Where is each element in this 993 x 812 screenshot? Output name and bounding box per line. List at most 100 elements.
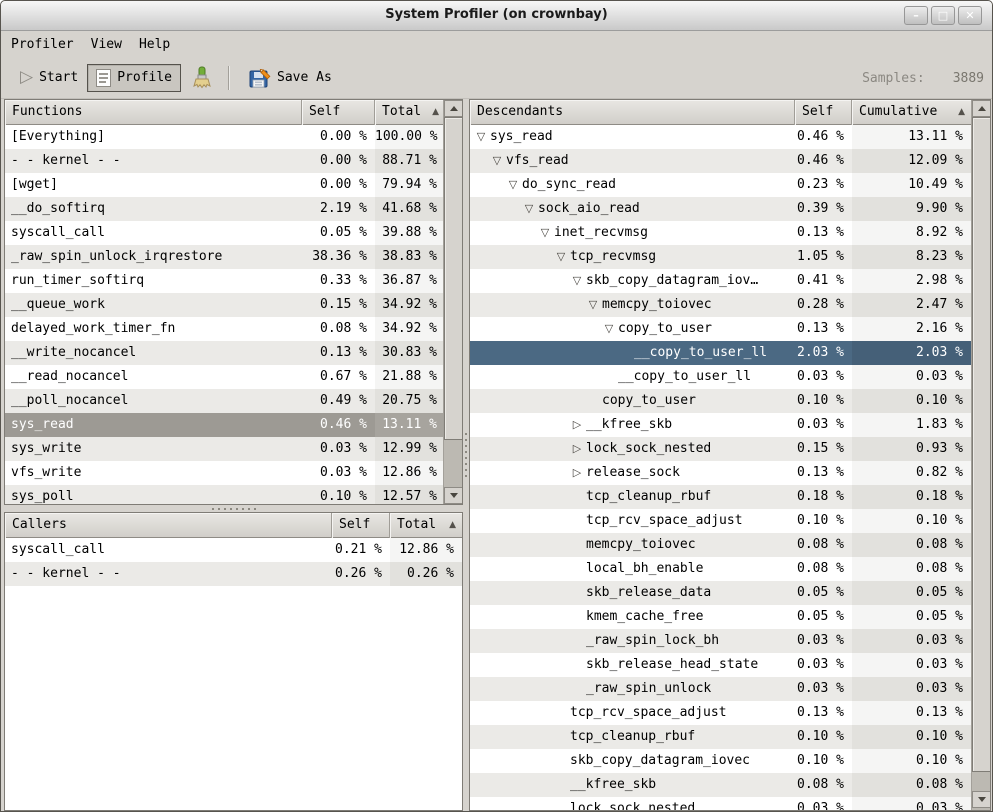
- descendants-tree-row[interactable]: tcp_rcv_space_adjust0.13 %0.13 %: [470, 701, 971, 725]
- descendants-tree-row[interactable]: _raw_spin_lock_bh0.03 %0.03 %: [470, 629, 971, 653]
- callers-table-row[interactable]: syscall_call0.21 %12.86 %: [5, 538, 462, 562]
- functions-table-row[interactable]: - - kernel - -0.00 %88.71 %: [5, 149, 445, 173]
- self-percent: 2.19 %: [302, 197, 375, 221]
- functions-header: Functions Self Total▲: [5, 100, 445, 125]
- descendants-tree-row[interactable]: tcp_rcv_space_adjust0.10 %0.10 %: [470, 509, 971, 533]
- horizontal-splitter[interactable]: [4, 505, 463, 512]
- functions-table-row[interactable]: sys_poll0.10 %12.57 %: [5, 485, 445, 504]
- descendants-tree-row[interactable]: ▷lock_sock_nested0.15 %0.93 %: [470, 437, 971, 461]
- descendants-tree-row[interactable]: skb_release_head_state0.03 %0.03 %: [470, 653, 971, 677]
- self-percent: 0.03 %: [795, 365, 852, 389]
- scroll-up-button[interactable]: [444, 100, 463, 117]
- functions-table-row[interactable]: sys_write0.03 %12.99 %: [5, 437, 445, 461]
- functions-scrollbar[interactable]: [443, 100, 462, 504]
- callers-total-column-header[interactable]: Total▲: [390, 513, 462, 538]
- scrollbar-thumb[interactable]: [972, 117, 991, 772]
- functions-table-row[interactable]: [Everything]0.00 %100.00 %: [5, 125, 445, 149]
- menu-item-profiler[interactable]: Profiler: [11, 35, 83, 54]
- descendants-tree-row[interactable]: skb_copy_datagram_iovec0.10 %0.10 %: [470, 749, 971, 773]
- descendants-tree-row[interactable]: ▽sys_read0.46 %13.11 %: [470, 125, 971, 149]
- descendants-tree-row[interactable]: __kfree_skb0.08 %0.08 %: [470, 773, 971, 797]
- descendants-tree-row[interactable]: _raw_spin_unlock0.03 %0.03 %: [470, 677, 971, 701]
- self-percent: 0.08 %: [795, 533, 852, 557]
- functions-table-row[interactable]: __poll_nocancel0.49 %20.75 %: [5, 389, 445, 413]
- functions-table-row[interactable]: __do_softirq2.19 %41.68 %: [5, 197, 445, 221]
- descendants-tree-row[interactable]: ▽copy_to_user0.13 %2.16 %: [470, 317, 971, 341]
- descendant-name: lock_sock_nested: [470, 797, 795, 810]
- descendants-scrollbar[interactable]: [971, 100, 990, 810]
- profile-toggle-button[interactable]: Profile: [87, 64, 181, 92]
- descendants-tree-row[interactable]: skb_release_data0.05 %0.05 %: [470, 581, 971, 605]
- minimize-button[interactable]: –: [904, 6, 928, 25]
- descendants-tree-row[interactable]: lock_sock_nested0.03 %0.03 %: [470, 797, 971, 810]
- descendants-self-column-header[interactable]: Self: [795, 100, 852, 125]
- samples-value: 3889: [953, 71, 984, 86]
- functions-table-row[interactable]: [wget]0.00 %79.94 %: [5, 173, 445, 197]
- descendants-tree-row[interactable]: ▽do_sync_read0.23 %10.49 %: [470, 173, 971, 197]
- descendants-tree-row[interactable]: __copy_to_user_ll2.03 %2.03 %: [470, 341, 971, 365]
- maximize-button[interactable]: □: [931, 6, 955, 25]
- maximize-icon: □: [938, 10, 948, 21]
- functions-total-column-header[interactable]: Total▲: [375, 100, 445, 125]
- functions-table-row[interactable]: __write_nocancel0.13 %30.83 %: [5, 341, 445, 365]
- functions-table-row[interactable]: sys_read0.46 %13.11 %: [5, 413, 445, 437]
- descendants-tree-row[interactable]: ▽inet_recvmsg0.13 %8.92 %: [470, 221, 971, 245]
- descendant-name: skb_release_head_state: [470, 653, 795, 677]
- reset-button[interactable]: [185, 63, 219, 93]
- menu-item-help[interactable]: Help: [139, 35, 179, 54]
- descendants-tree-row[interactable]: __copy_to_user_ll0.03 %0.03 %: [470, 365, 971, 389]
- descendants-tree-row[interactable]: ▷__kfree_skb0.03 %1.83 %: [470, 413, 971, 437]
- functions-self-column-header[interactable]: Self: [302, 100, 375, 125]
- descendants-column-header[interactable]: Descendants: [470, 100, 795, 125]
- scroll-down-button[interactable]: [972, 791, 991, 808]
- functions-table-row[interactable]: __queue_work0.15 %34.92 %: [5, 293, 445, 317]
- functions-table-row[interactable]: __read_nocancel0.67 %21.88 %: [5, 365, 445, 389]
- functions-table-row[interactable]: _raw_spin_unlock_irqrestore38.36 %38.83 …: [5, 245, 445, 269]
- descendants-column-label: Descendants: [477, 104, 563, 119]
- save-as-button[interactable]: Save As: [238, 61, 341, 95]
- descendants-tree-row[interactable]: ▽vfs_read0.46 %12.09 %: [470, 149, 971, 173]
- total-percent: 34.92 %: [375, 317, 445, 341]
- descendants-tree-row[interactable]: ▽sock_aio_read0.39 %9.90 %: [470, 197, 971, 221]
- scroll-down-button[interactable]: [444, 487, 463, 504]
- arrow-down-icon: [978, 797, 986, 802]
- callers-self-column-header[interactable]: Self: [332, 513, 390, 538]
- function-name: sys_poll: [5, 485, 302, 504]
- functions-table-row[interactable]: syscall_call0.05 %39.88 %: [5, 221, 445, 245]
- cumulative-percent: 0.03 %: [852, 797, 971, 810]
- scrollbar-thumb[interactable]: [444, 117, 463, 440]
- callers-column-header[interactable]: Callers: [5, 513, 332, 538]
- descendants-tree-row[interactable]: ▽tcp_recvmsg1.05 %8.23 %: [470, 245, 971, 269]
- self-percent: 0.39 %: [795, 197, 852, 221]
- total-percent: 79.94 %: [375, 173, 445, 197]
- descendants-tree-row[interactable]: tcp_cleanup_rbuf0.18 %0.18 %: [470, 485, 971, 509]
- descendant-name: _raw_spin_lock_bh: [470, 629, 795, 653]
- descendants-tree-row[interactable]: ▽skb_copy_datagram_iov…0.41 %2.98 %: [470, 269, 971, 293]
- functions-table-row[interactable]: delayed_work_timer_fn0.08 %34.92 %: [5, 317, 445, 341]
- descendants-tree-row[interactable]: kmem_cache_free0.05 %0.05 %: [470, 605, 971, 629]
- functions-table-row[interactable]: run_timer_softirq0.33 %36.87 %: [5, 269, 445, 293]
- functions-column-header[interactable]: Functions: [5, 100, 302, 125]
- descendants-tree-row[interactable]: ▷release_sock0.13 %0.82 %: [470, 461, 971, 485]
- cumulative-percent: 0.10 %: [852, 749, 971, 773]
- functions-table-row[interactable]: vfs_write0.03 %12.86 %: [5, 461, 445, 485]
- menu-item-view[interactable]: View: [91, 35, 131, 54]
- cumulative-percent: 9.90 %: [852, 197, 971, 221]
- descendants-tree-row[interactable]: memcpy_toiovec0.08 %0.08 %: [470, 533, 971, 557]
- arrow-up-icon: [978, 106, 986, 111]
- cumulative-percent: 0.13 %: [852, 701, 971, 725]
- descendants-cumulative-column-header[interactable]: Cumulative▲: [852, 100, 971, 125]
- descendants-tree-row[interactable]: local_bh_enable0.08 %0.08 %: [470, 557, 971, 581]
- callers-table-row[interactable]: - - kernel - -0.26 %0.26 %: [5, 562, 462, 586]
- scroll-up-button[interactable]: [972, 100, 991, 117]
- self-percent: 0.13 %: [795, 461, 852, 485]
- descendants-tree-row[interactable]: ▽memcpy_toiovec0.28 %2.47 %: [470, 293, 971, 317]
- samples-indicator: Samples: 3889: [862, 57, 984, 99]
- profile-button-label: Profile: [117, 70, 172, 85]
- close-button[interactable]: ✕: [958, 6, 982, 25]
- descendant-name: skb_copy_datagram_iovec: [470, 749, 795, 773]
- descendants-tree-row[interactable]: tcp_cleanup_rbuf0.10 %0.10 %: [470, 725, 971, 749]
- total-percent: 30.83 %: [375, 341, 445, 365]
- descendants-tree-row[interactable]: copy_to_user0.10 %0.10 %: [470, 389, 971, 413]
- start-button[interactable]: ▷ Start: [11, 64, 87, 91]
